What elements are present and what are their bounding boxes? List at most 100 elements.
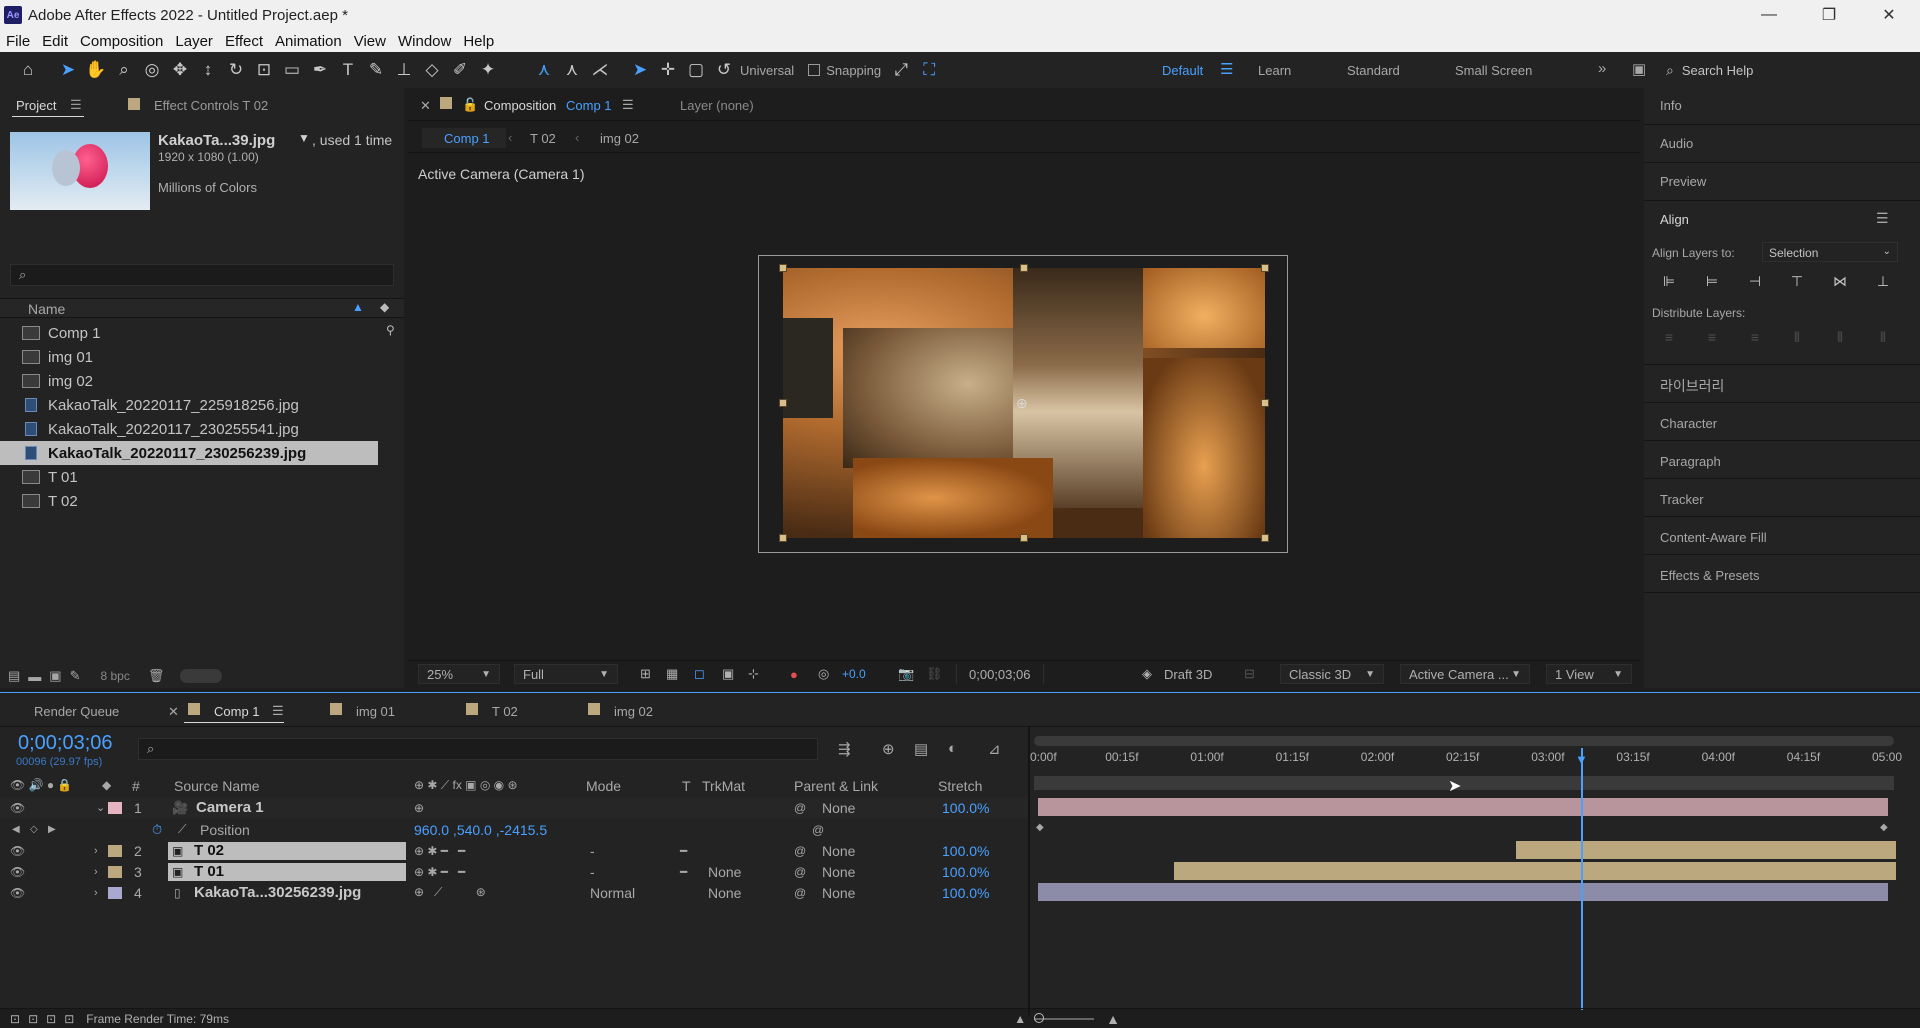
resolution-dropdown[interactable]: Full ▼	[514, 664, 618, 684]
number-header[interactable]: #	[132, 778, 140, 794]
brush-tool-icon[interactable]: ✎	[362, 56, 390, 84]
align-vcenter-icon[interactable]: ⋈	[1829, 270, 1851, 292]
pen-tool-icon[interactable]: ✒	[306, 56, 334, 84]
stretch-value[interactable]: 100.0%	[942, 864, 989, 880]
workspace-standard[interactable]: Standard	[1347, 63, 1400, 78]
prev-keyframe-icon[interactable]: ◀	[12, 824, 20, 835]
tab-project[interactable]: Project	[16, 98, 56, 113]
kakaotalk-layer-bar[interactable]	[1038, 883, 1888, 901]
project-item[interactable]: KakaoTalk_20220117_225918256.jpg	[0, 393, 378, 417]
usage-dropdown-icon[interactable]: ▼	[298, 131, 310, 145]
panel-preview[interactable]: Preview	[1660, 174, 1706, 189]
panel-content-aware-fill[interactable]: Content-Aware Fill	[1660, 530, 1767, 545]
universal-label[interactable]: Universal	[740, 63, 794, 78]
reset-exposure-icon[interactable]: ◎	[818, 664, 829, 684]
workspace-edit-icon[interactable]: ▣	[1632, 60, 1646, 78]
zoom-dropdown[interactable]: 25% ▼	[418, 664, 500, 684]
panel-paragraph[interactable]: Paragraph	[1660, 454, 1721, 469]
menu-view[interactable]: View	[348, 33, 392, 50]
project-item[interactable]: T 02	[0, 489, 378, 513]
layer-switches-icon[interactable]: ⊕ ✱ ━ ━	[414, 865, 465, 879]
eraser-tool-icon[interactable]: ◇	[418, 56, 446, 84]
label-color-swatch[interactable]	[108, 844, 122, 857]
toggle-inout-icon[interactable]: ⊡	[46, 1012, 56, 1026]
stretch-value[interactable]: 100.0%	[942, 885, 989, 901]
expand-open-icon[interactable]: ⌄	[96, 801, 105, 814]
frame-blending-icon[interactable]: ▤	[914, 740, 928, 758]
rotate-tool-icon[interactable]: ↻	[222, 56, 250, 84]
parent-dropdown[interactable]: None	[822, 864, 922, 880]
stopwatch-icon[interactable]: ⏱	[152, 822, 162, 838]
label-color-swatch[interactable]	[108, 886, 122, 899]
mode-dropdown[interactable]: Normal	[590, 885, 664, 901]
comp-flowchart-icon[interactable]: ⇶	[838, 740, 851, 758]
tab-layer[interactable]: Layer (none)	[680, 98, 754, 113]
roto-brush-icon[interactable]: ✐	[446, 56, 474, 84]
workspace-small-screen[interactable]: Small Screen	[1455, 63, 1532, 78]
search-help-input[interactable]: Search Help	[1682, 63, 1754, 78]
menu-effect[interactable]: Effect	[219, 33, 269, 50]
tab-img02[interactable]: img 02	[614, 704, 653, 719]
expand-closed-icon[interactable]: ›	[94, 887, 98, 899]
menu-animation[interactable]: Animation	[269, 33, 348, 50]
adjust-settings-icon[interactable]: ✎	[70, 668, 81, 684]
renderer-dropdown[interactable]: Classic 3D ▼	[1280, 664, 1384, 684]
tab-t02[interactable]: T 02	[492, 704, 518, 719]
label-tag-icon[interactable]: ◆	[380, 300, 389, 314]
expand-closed-icon[interactable]: ›	[94, 866, 98, 878]
eye-icon[interactable]: 👁	[10, 844, 25, 858]
timeline-timecode[interactable]: 0;00;03;06	[18, 732, 113, 755]
av-features-icon[interactable]: 👁 🔊 ● 🔒	[10, 778, 72, 792]
transform-handle[interactable]	[1020, 264, 1028, 272]
name-column-header[interactable]: Name	[28, 301, 65, 317]
panel-info[interactable]: Info	[1660, 98, 1682, 113]
eye-icon[interactable]: 👁	[10, 801, 25, 815]
stretch-value[interactable]: 100.0%	[942, 843, 989, 859]
snapping-label[interactable]: Snapping	[826, 63, 881, 78]
tab-img01[interactable]: img 01	[356, 704, 395, 719]
trash-icon[interactable]: 🗑	[148, 668, 165, 684]
mask-visibility-icon[interactable]: ◻	[694, 664, 705, 684]
type-tool-icon[interactable]: T	[334, 56, 362, 84]
panel-library[interactable]: 라이브러리	[1660, 376, 1724, 396]
distribute-bottom-icon[interactable]: ≡	[1744, 326, 1766, 348]
expand-closed-icon[interactable]: ›	[94, 845, 98, 857]
breadcrumb-t02[interactable]: T 02	[530, 131, 556, 146]
workspace-learn[interactable]: Learn	[1258, 63, 1291, 78]
breadcrumb-img02[interactable]: img 02	[600, 131, 639, 146]
align-top-icon[interactable]: ⊤	[1786, 270, 1808, 292]
bit-depth[interactable]: 8 bpc	[101, 669, 130, 683]
snapping-checkbox[interactable]	[808, 64, 821, 76]
trkmat-dropdown[interactable]: None	[708, 864, 778, 880]
minimize-button[interactable]: —	[1740, 0, 1798, 30]
layer-row-t02[interactable]: 👁 › 2 ▣ T 02 ⊕ ✱ ━ ━ - ━ @ None 100.0%	[0, 840, 1028, 861]
clone-stamp-icon[interactable]: ⊥	[390, 56, 418, 84]
menu-layer[interactable]: Layer	[169, 33, 219, 50]
hand-tool-icon[interactable]: ✋	[82, 56, 110, 84]
show-snapshot-icon[interactable]: ⛓	[926, 664, 943, 684]
color-channels-icon[interactable]: ●	[790, 664, 798, 684]
keyframe-icon[interactable]: ◆	[1880, 822, 1888, 833]
panel-effects-presets[interactable]: Effects & Presets	[1660, 568, 1759, 583]
label-color-swatch[interactable]	[108, 865, 122, 878]
project-item[interactable]: KakaoTalk_20220117_230255541.jpg	[0, 417, 378, 441]
property-row-position[interactable]: ◀ ◇ ▶ ⏱ ⟋ Position 960.0 ,540.0 ,-2415.5…	[0, 819, 1028, 840]
zoom-out-icon[interactable]: ▲	[1014, 1012, 1026, 1026]
dolly-camera-icon[interactable]: ↕	[194, 56, 222, 84]
distribute-left-icon[interactable]: ⦀	[1786, 326, 1808, 348]
views-layout-dropdown[interactable]: 1 View ▼	[1546, 664, 1632, 684]
puppet-pin-icon[interactable]: ✦	[474, 56, 502, 84]
comp-menu-icon[interactable]: ☰	[622, 97, 634, 113]
tab-composition-name[interactable]: Comp 1	[566, 98, 612, 113]
breadcrumb-comp1[interactable]: Comp 1	[444, 131, 490, 146]
thumbnail-slider[interactable]	[180, 669, 223, 683]
tab-effect-controls[interactable]: Effect Controls T 02	[154, 98, 268, 113]
project-item[interactable]: KakaoTalk_20220117_230256239.jpg	[0, 441, 378, 465]
search-help[interactable]: ⌕ Search Help	[1666, 58, 1920, 82]
panel-audio[interactable]: Audio	[1660, 136, 1693, 151]
close-tab-icon[interactable]: ✕	[168, 704, 179, 720]
distribute-vcenter-icon[interactable]: ≡	[1701, 326, 1723, 348]
fast-previews-icon[interactable]: ⊞	[640, 664, 651, 684]
tab-render-queue[interactable]: Render Queue	[34, 704, 119, 719]
menu-file[interactable]: File	[0, 33, 36, 50]
